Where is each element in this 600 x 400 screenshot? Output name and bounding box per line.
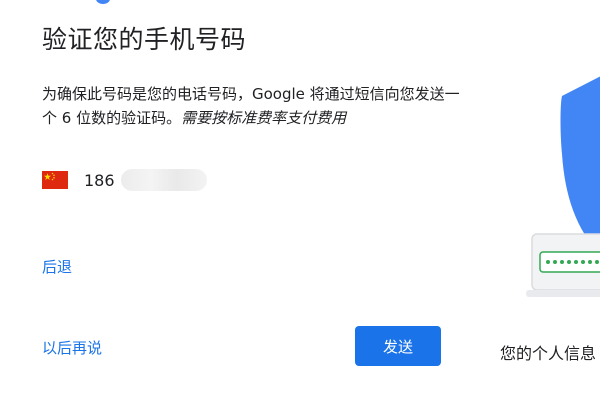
privacy-caption: 您的个人信息 (500, 344, 597, 363)
security-shield-illustration (510, 74, 600, 314)
back-link[interactable]: 后退 (42, 256, 72, 277)
verify-phone-page: 验证您的手机号码 为确保此号码是您的电话号码，Google 将通过短信向您发送一… (0, 0, 600, 400)
china-flag-icon (42, 171, 68, 189)
phone-number-prefix: 186 (84, 170, 115, 190)
fee-note: 需要按标准费率支付费用 (181, 109, 347, 127)
later-link[interactable]: 以后再说 (42, 337, 102, 358)
page-title: 验证您的手机号码 (42, 25, 247, 54)
shield-shape (560, 76, 600, 254)
phone-number-row: 186 (42, 168, 207, 192)
send-button[interactable]: 发送 (355, 326, 441, 366)
description: 为确保此号码是您的电话号码，Google 将通过短信向您发送一个 6 位数的验证… (42, 82, 462, 130)
top-decoration (96, 0, 110, 4)
phone-number-obscured (120, 169, 207, 191)
